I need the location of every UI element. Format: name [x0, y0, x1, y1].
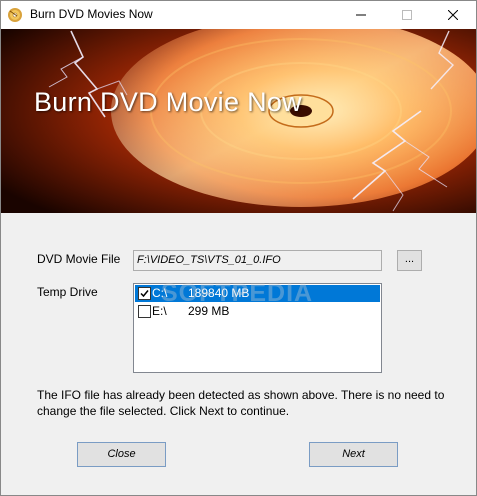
window-close-button[interactable] [430, 1, 476, 29]
drive-checkbox-e[interactable] [138, 305, 151, 318]
dvd-app-icon [7, 7, 23, 23]
temp-drive-list[interactable]: C:\ 189840 MB E:\ 299 MB [133, 283, 382, 373]
drive-checkbox-c[interactable] [138, 287, 151, 300]
close-icon [448, 10, 458, 20]
checkmark-icon [140, 290, 149, 298]
maximize-button[interactable] [384, 1, 430, 29]
minimize-icon [356, 10, 366, 20]
drive-item-e[interactable]: E:\ 299 MB [135, 303, 380, 320]
temp-drive-label: Temp Drive [37, 285, 98, 299]
close-button[interactable]: Close [77, 442, 166, 467]
info-text: The IFO file has already been detected a… [37, 388, 445, 418]
next-button[interactable]: Next [309, 442, 398, 467]
drive-letter: C:\ [152, 286, 168, 300]
minimize-button[interactable] [338, 1, 384, 29]
banner-title: Burn DVD Movie Now [34, 87, 302, 117]
drive-item-c[interactable]: C:\ 189840 MB [135, 285, 380, 302]
drive-letter: E:\ [152, 304, 167, 318]
dvd-movie-file-field[interactable]: F:\VIDEO_TS\VTS_01_0.IFO [133, 250, 382, 271]
browse-button[interactable]: ... [397, 250, 422, 271]
drive-size: 299 MB [188, 304, 230, 318]
header-banner: Burn DVD Movie Now [1, 29, 476, 213]
title-bar[interactable]: Burn DVD Movies Now [1, 1, 476, 29]
dvd-movie-file-label: DVD Movie File [37, 252, 121, 266]
main-window: Burn DVD Movies Now Burn DVD Movie Now D… [0, 0, 477, 496]
window-title: Burn DVD Movies Now [30, 7, 153, 21]
maximize-icon [402, 10, 412, 20]
dvd-banner-image [1, 29, 476, 213]
drive-size: 189840 MB [188, 286, 250, 300]
